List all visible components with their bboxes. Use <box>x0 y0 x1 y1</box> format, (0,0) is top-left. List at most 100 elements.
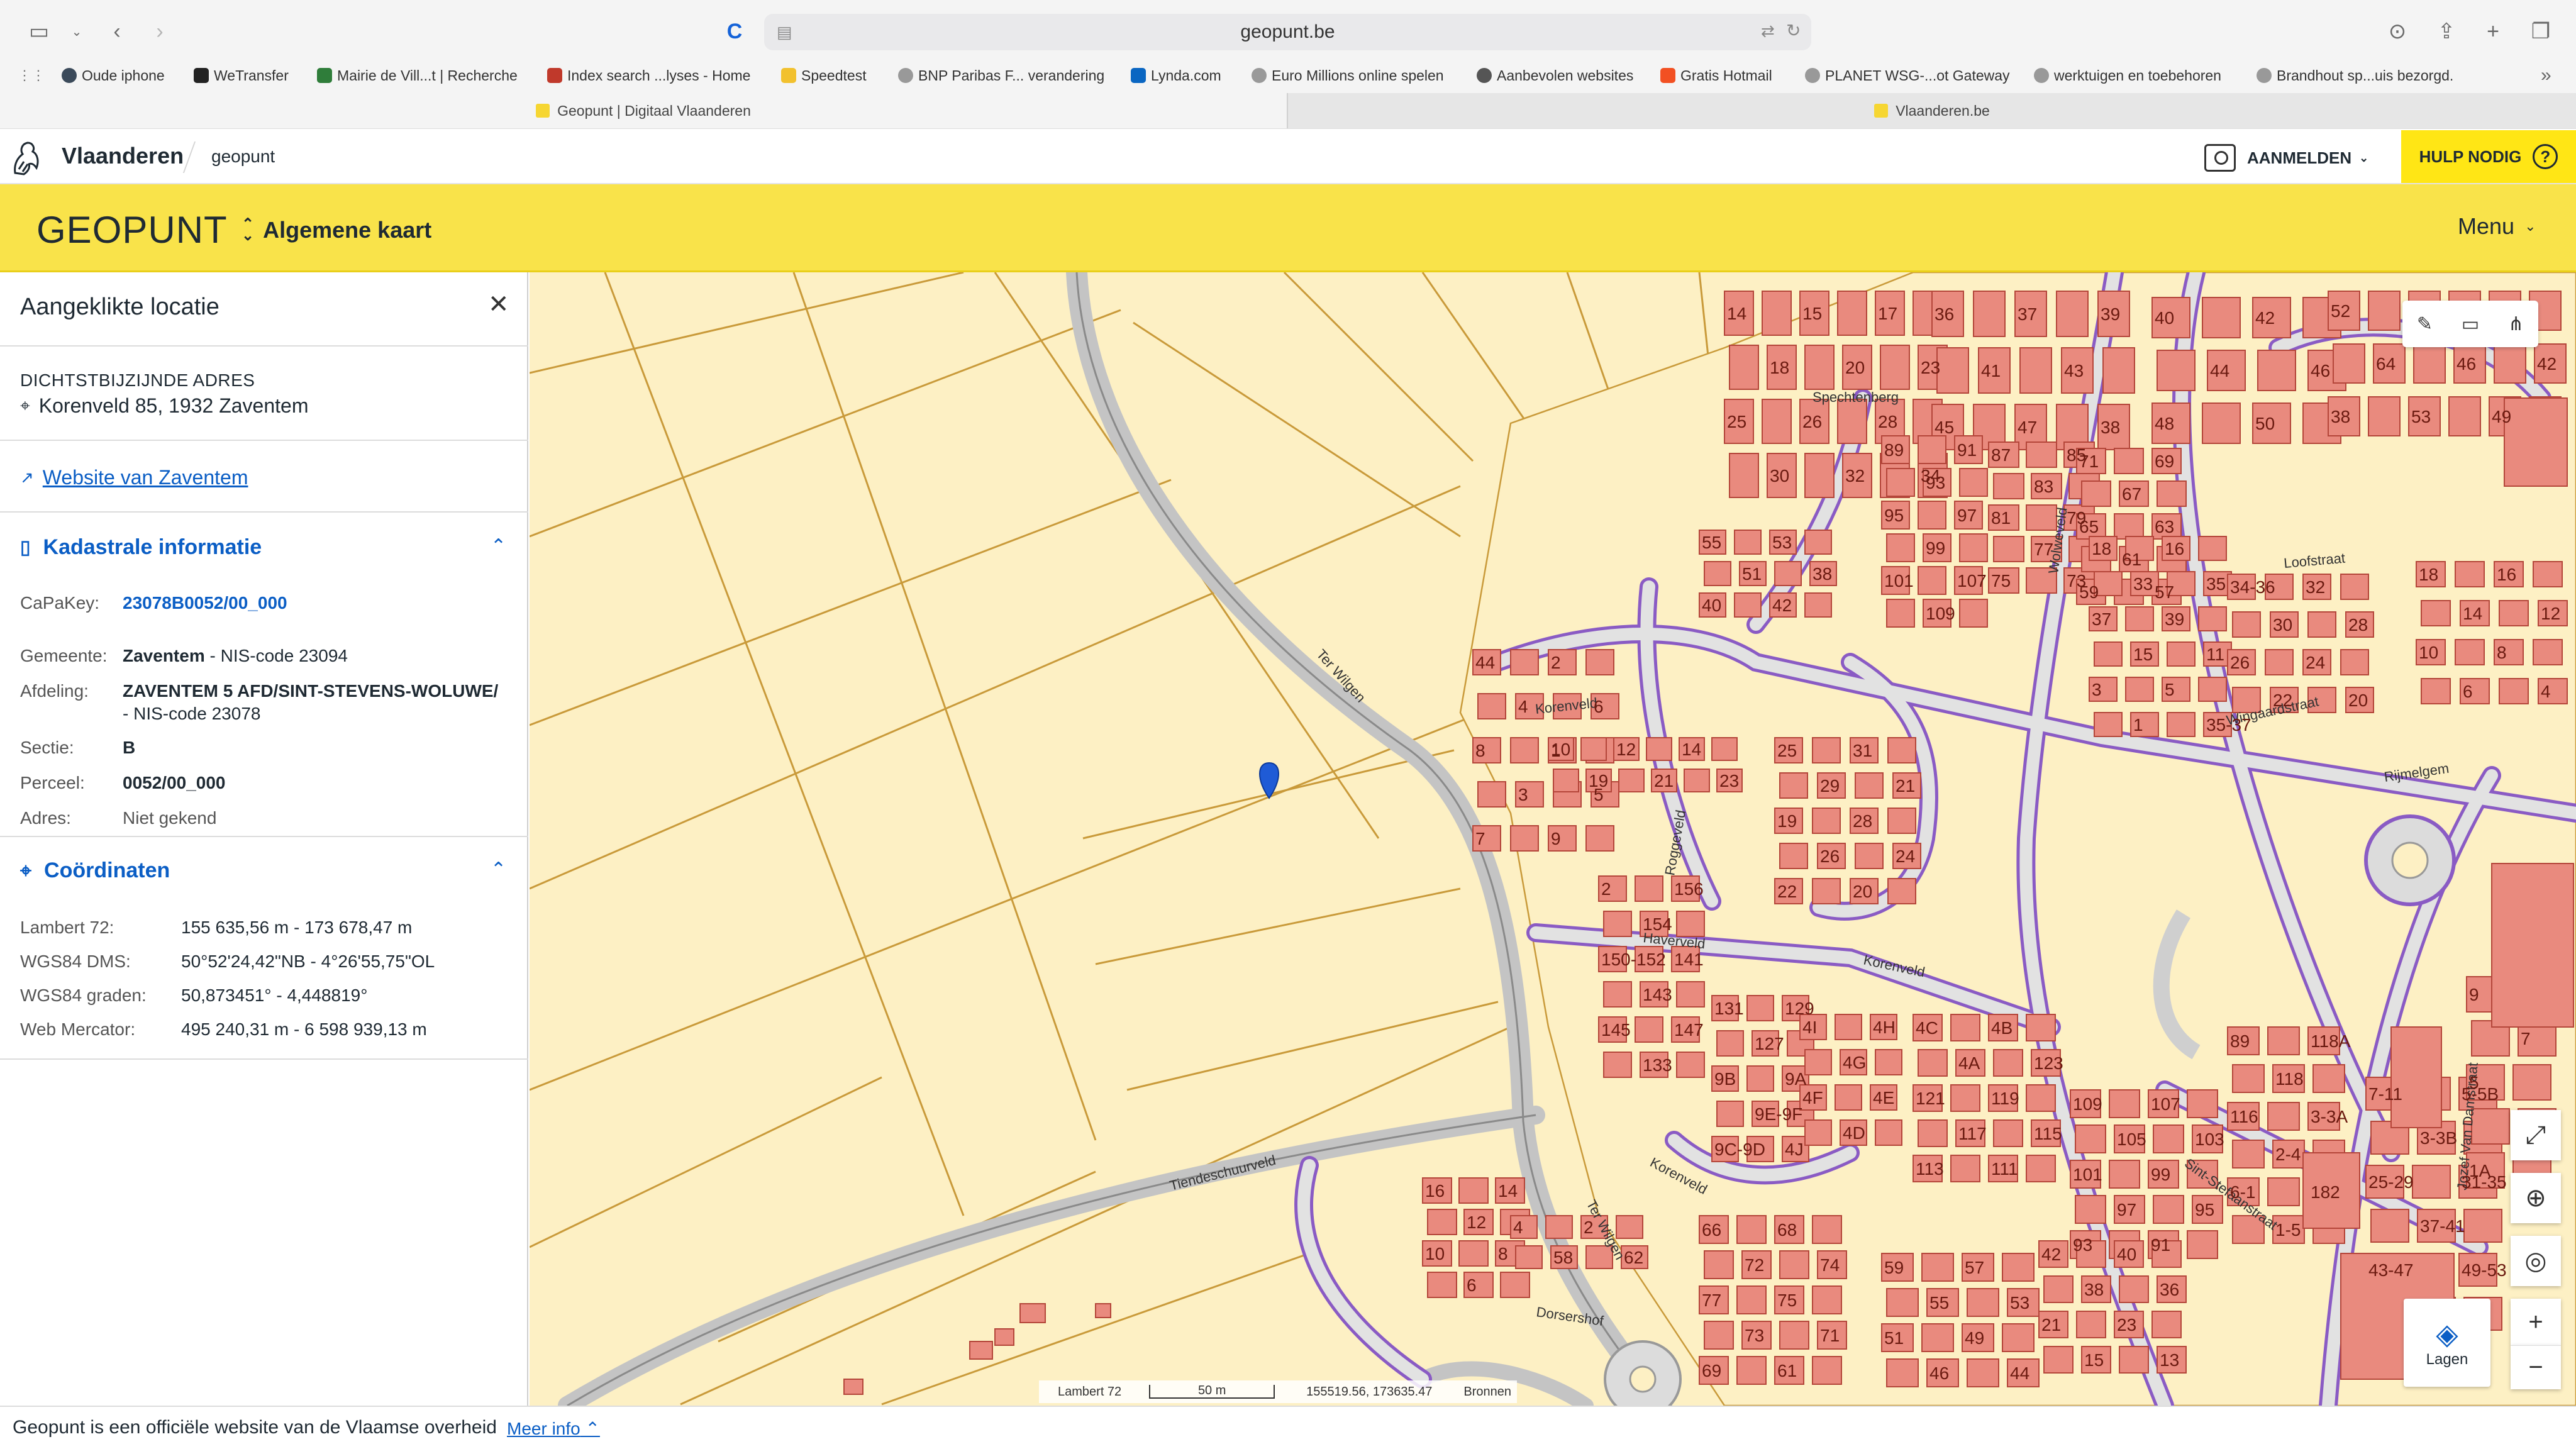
building <box>1993 473 2024 499</box>
house-number: 38 <box>2331 407 2350 426</box>
house-number: 38 <box>2084 1280 2104 1299</box>
share-icon[interactable]: ⇪ <box>2433 18 2460 45</box>
address-bar[interactable]: ▤ geopunt.be ⇄ ↻ <box>764 14 1811 50</box>
pencil-icon[interactable]: ✎ <box>2417 313 2433 335</box>
building <box>2187 1230 2218 1259</box>
map-canvas[interactable]: Ter Wilgen Tiendeschuurveld Korenveld Sp… <box>530 272 2576 1406</box>
cursor-coordinates: 155519.56, 173635.47 <box>1306 1384 1433 1399</box>
forward-icon[interactable]: › <box>146 18 174 45</box>
building <box>2368 396 2401 436</box>
footer-more-info[interactable]: Meer info ⌃ <box>507 1418 600 1439</box>
building <box>1918 435 1946 464</box>
building <box>1875 1049 1902 1075</box>
sidebar-toggle-icon[interactable]: ▭ <box>25 18 53 45</box>
bookmark-item[interactable]: Euro Millions online spelen <box>1252 63 1444 88</box>
house-number: 91 <box>2151 1235 2170 1255</box>
map-selector[interactable]: ⌃ ⌄ Algemene kaart <box>242 217 431 243</box>
globe-button[interactable]: ⊕ <box>2511 1173 2561 1223</box>
menu-button[interactable]: Menu ⌄ <box>2458 213 2536 240</box>
building <box>1729 345 1759 390</box>
tab-overview-icon[interactable]: ❐ <box>2527 18 2555 45</box>
help-button[interactable]: HULP NODIG ? <box>2401 130 2576 183</box>
crs-label[interactable]: Lambert 72 <box>1058 1385 1121 1399</box>
house-number: 111 <box>1991 1159 2018 1179</box>
close-icon[interactable]: ✕ <box>488 290 509 319</box>
house-number: 133 <box>1643 1055 1672 1075</box>
house-number: 95 <box>2195 1200 2214 1219</box>
wgs84-deg-value: 50,873451° - 4,448819° <box>181 985 368 1005</box>
vlaanderen-lion-icon[interactable] <box>9 139 44 177</box>
bookmark-item[interactable]: Speedtest <box>781 63 867 88</box>
building <box>1603 1052 1632 1078</box>
download-icon[interactable]: ⊙ <box>2384 18 2411 45</box>
house-number: 4I <box>1802 1018 1817 1037</box>
website-link[interactable]: ↗ Website van Zaventem <box>20 466 248 489</box>
chevron-up-icon[interactable]: ⌃ <box>491 858 506 880</box>
bookmark-item[interactable]: PLANET WSG-...ot Gateway <box>1805 63 2010 88</box>
back-icon[interactable]: ‹ <box>103 18 131 45</box>
zoom-out-button[interactable]: − <box>2511 1345 2561 1389</box>
capakey-value[interactable]: 23078B0052/00_000 <box>123 593 287 613</box>
house-number: 21 <box>1896 776 1915 796</box>
house-number: 48 <box>2155 414 2174 433</box>
bookmark-item[interactable]: Gratis Hotmail <box>1660 63 1772 88</box>
bookmark-item[interactable]: Brandhout sp...uis bezorgd. <box>2257 63 2453 88</box>
kadaster-section: ▯ Kadastrale informatie ⌃ CaPaKey: 23078… <box>0 513 528 837</box>
bookmark-item[interactable]: werktuigen en toebehoren <box>2034 63 2221 88</box>
building <box>1580 737 1607 761</box>
building <box>1704 561 1731 586</box>
layers-button[interactable]: ◈ Lagen <box>2404 1299 2490 1387</box>
bookmark-item[interactable]: BNP Paribas F... verandering <box>898 63 1104 88</box>
building <box>2109 1160 2140 1189</box>
building <box>1886 468 1915 497</box>
chevron-down-icon[interactable]: ⌄ <box>63 18 91 45</box>
map-view[interactable]: Ter Wilgen Tiendeschuurveld Korenveld Sp… <box>530 272 2576 1406</box>
bookmark-item[interactable]: Lynda.com <box>1131 63 1221 88</box>
bookmark-item[interactable]: Mairie de Vill...t | Recherche <box>317 63 518 88</box>
house-number: 99 <box>1926 538 1945 558</box>
extension-icon[interactable]: C <box>721 18 748 45</box>
coordinates-toggle[interactable]: ⌖ Coördinaten <box>20 858 170 883</box>
house-number: 119 <box>1991 1089 2019 1108</box>
house-number: 107 <box>1957 571 1987 591</box>
house-number: 16 <box>2165 539 2184 558</box>
ruler-icon[interactable]: ▭ <box>2462 313 2479 335</box>
fullscreen-button[interactable]: ⤢ <box>2511 1110 2561 1160</box>
app-title[interactable]: GEOPUNT <box>36 208 228 252</box>
house-number: 101 <box>2073 1165 2102 1184</box>
new-tab-icon[interactable]: + <box>2479 18 2507 45</box>
zoom-in-button[interactable]: + <box>2511 1299 2561 1345</box>
reload-icon[interactable]: ↻ <box>1786 20 1801 41</box>
house-number: 42 <box>1772 596 1792 615</box>
building <box>2026 1084 2056 1112</box>
building <box>2368 291 2401 331</box>
brand-name[interactable]: Vlaanderen <box>62 143 184 169</box>
bookmark-item[interactable]: WeTransfer <box>194 63 289 88</box>
site-name[interactable]: geopunt <box>211 147 275 167</box>
house-number: 4 <box>1518 697 1528 716</box>
bookmarks-grid-icon[interactable]: ⋮⋮ <box>18 63 45 88</box>
building <box>2153 1195 2184 1224</box>
kadaster-toggle[interactable]: ▯ Kadastrale informatie <box>20 535 262 560</box>
building <box>2533 639 2563 665</box>
house-number: 118A <box>2311 1031 2351 1051</box>
house-number: 4G <box>1843 1053 1866 1072</box>
chevron-up-icon[interactable]: ⌃ <box>491 535 506 557</box>
login-button[interactable]: AANMELDEN ⌄ <box>2204 140 2368 175</box>
share-icon[interactable]: ⋔ <box>2508 313 2524 335</box>
house-number: 38 <box>1813 564 1832 584</box>
locate-button[interactable]: ◎ <box>2511 1236 2561 1286</box>
tab-geopunt[interactable]: Geopunt | Digitaal Vlaanderen <box>0 93 1287 128</box>
building <box>2119 1275 2149 1303</box>
bookmark-item[interactable]: Oude iphone <box>62 63 165 88</box>
building <box>1918 1119 1948 1147</box>
tab-vlaanderen[interactable]: Vlaanderen.be <box>1287 93 2576 128</box>
house-number: 25-29 <box>2368 1172 2414 1192</box>
more-bookmarks-icon[interactable]: » <box>2541 63 2551 88</box>
bookmark-item[interactable]: Index search ...lyses - Home <box>547 63 750 88</box>
crosshair-icon: ⌖ <box>20 858 32 882</box>
sources-link[interactable]: Bronnen <box>1463 1385 1511 1399</box>
house-number: 49 <box>2492 407 2511 426</box>
bookmark-item[interactable]: Aanbevolen websites <box>1477 63 1633 88</box>
translate-icon[interactable]: ⇄ <box>1761 21 1775 41</box>
